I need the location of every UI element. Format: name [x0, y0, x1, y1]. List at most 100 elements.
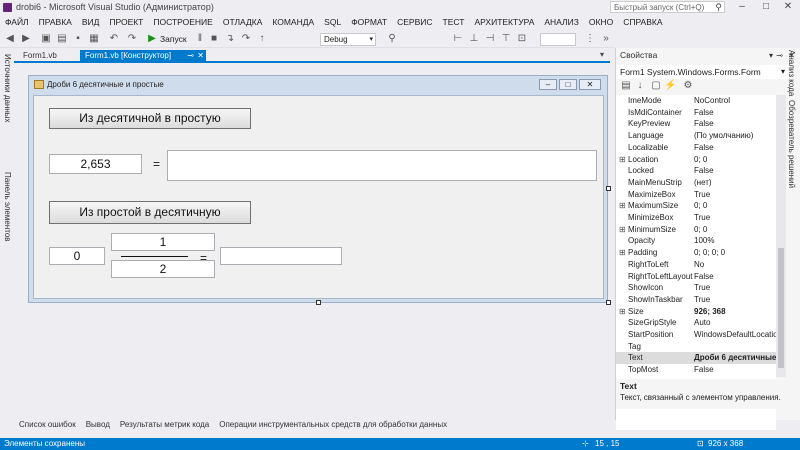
decimal-input[interactable]: 2,653 — [49, 154, 142, 174]
menu-build[interactable]: ПОСТРОЕНИЕ — [148, 15, 217, 30]
minimize-button[interactable]: – — [730, 0, 754, 14]
menu-team[interactable]: КОМАНДА — [267, 15, 319, 30]
resize-handle-corner[interactable] — [606, 300, 611, 305]
spacing-icon[interactable]: ⋮ — [584, 33, 596, 45]
property-row[interactable]: TopMost False — [616, 364, 776, 376]
tab-form-designer[interactable]: Form1.vb [Конструктор] ⊸ ✕ — [80, 50, 206, 62]
close-button[interactable]: ✕ — [776, 0, 800, 14]
save-icon[interactable]: ▪ — [72, 33, 84, 45]
scrollbar-thumb[interactable] — [778, 248, 784, 368]
property-row[interactable]: ⊞ Location 0; 0 — [616, 154, 776, 166]
menu-edit[interactable]: ПРАВКА — [34, 15, 77, 30]
dropdown-icon[interactable]: ▾ — [769, 48, 773, 63]
step-out-icon[interactable]: ↑ — [256, 33, 268, 45]
tab-form-code[interactable]: Form1.vb — [18, 50, 62, 62]
menu-tools[interactable]: СЕРВИС — [392, 15, 437, 30]
stop-icon[interactable]: ■ — [208, 33, 220, 45]
property-row[interactable]: StartPosition WindowsDefaultLocation — [616, 329, 776, 341]
property-row[interactable]: Locked False — [616, 165, 776, 177]
property-row[interactable]: ImeMode NoControl — [616, 95, 776, 107]
property-row[interactable]: ShowIcon True — [616, 282, 776, 294]
forward-icon[interactable]: ▶ — [20, 33, 32, 45]
pin-icon[interactable]: ⊸ — [776, 48, 783, 63]
save-all-icon[interactable]: ▦ — [88, 33, 100, 45]
property-row[interactable]: ⊞ MaximumSize 0; 0 — [616, 200, 776, 212]
property-row[interactable]: ⊞ Size 926; 368 — [616, 306, 776, 318]
tab-data-tools[interactable]: Операции инструментальных средств для об… — [214, 418, 452, 431]
property-row[interactable]: MaximizeBox True — [616, 189, 776, 201]
menu-sql[interactable]: SQL — [319, 15, 346, 30]
whole-part-input[interactable]: 0 — [49, 247, 105, 265]
decimal-result-output[interactable] — [220, 247, 342, 265]
new-project-icon[interactable]: ▣ — [40, 33, 52, 45]
properties-icon[interactable]: ▢ — [650, 80, 662, 92]
maximize-button[interactable]: □ — [754, 0, 778, 14]
tab-list-icon[interactable]: ▾ — [600, 50, 604, 59]
menu-help[interactable]: СПРАВКА — [618, 15, 667, 30]
find-icon[interactable]: ⚲ — [386, 33, 398, 45]
property-row[interactable]: MinimizeBox True — [616, 212, 776, 224]
close-tab-icon[interactable]: ✕ — [197, 50, 204, 62]
back-icon[interactable]: ◀ — [4, 33, 16, 45]
property-row[interactable]: Opacity 100% — [616, 235, 776, 247]
decimal-to-fraction-button[interactable]: Из десятичной в простую — [49, 108, 251, 129]
numerator-input[interactable]: 1 — [111, 233, 215, 251]
property-row[interactable]: MainMenuStrip (нет) — [616, 177, 776, 189]
undo-icon[interactable]: ↶ — [108, 33, 120, 45]
menu-file[interactable]: ФАЙЛ — [0, 15, 34, 30]
property-row[interactable]: SizeGripStyle Auto — [616, 317, 776, 329]
run-label[interactable]: Запуск — [160, 34, 187, 44]
events-icon[interactable]: ⚡ — [664, 80, 676, 92]
fraction-result-output[interactable] — [167, 150, 597, 181]
align-center-icon[interactable]: ⊥ — [468, 33, 480, 45]
open-icon[interactable]: ▤ — [56, 33, 68, 45]
designed-form[interactable]: Дроби 6 десятичные и простые – □ ✕ Из де… — [28, 75, 608, 303]
resize-handle-right[interactable] — [606, 186, 611, 191]
solution-explorer-tab[interactable]: Обозреватель решений — [787, 100, 796, 188]
quick-launch-input[interactable]: Быстрый запуск (Ctrl+Q) ⚲ — [610, 1, 725, 13]
resize-handle-bottom[interactable] — [316, 300, 321, 305]
property-row[interactable]: Localizable False — [616, 142, 776, 154]
property-row[interactable]: ⊞ Padding 0; 0; 0; 0 — [616, 247, 776, 259]
fraction-to-decimal-button[interactable]: Из простой в десятичную — [49, 201, 251, 224]
same-size-icon[interactable]: ⊡ — [516, 33, 528, 45]
layout-select[interactable] — [540, 33, 576, 46]
code-analysis-tab[interactable]: Анализ кода — [787, 50, 796, 96]
data-sources-tab[interactable]: Источники данных — [3, 54, 12, 123]
property-row[interactable]: ⊞ MinimumSize 0; 0 — [616, 224, 776, 236]
toolbox-tab[interactable]: Панель элементов — [3, 172, 12, 242]
property-row[interactable]: RightToLeft No — [616, 259, 776, 271]
tab-error-list[interactable]: Список ошибок — [14, 418, 81, 431]
property-row[interactable]: ShowInTaskbar True — [616, 294, 776, 306]
step-over-icon[interactable]: ↷ — [240, 33, 252, 45]
tab-output[interactable]: Вывод — [81, 418, 115, 431]
step-into-icon[interactable]: ↴ — [224, 33, 236, 45]
menu-debug[interactable]: ОТЛАДКА — [218, 15, 268, 30]
menu-view[interactable]: ВИД — [77, 15, 105, 30]
menu-analyze[interactable]: АНАЛИЗ — [539, 15, 584, 30]
run-icon[interactable]: ▶ — [146, 33, 158, 45]
property-row[interactable]: Tag — [616, 341, 776, 353]
property-row[interactable]: KeyPreview False — [616, 118, 776, 130]
menu-format[interactable]: ФОРМАТ — [346, 15, 392, 30]
menu-test[interactable]: ТЕСТ — [438, 15, 470, 30]
property-row[interactable]: Language (По умолчанию) — [616, 130, 776, 142]
object-selector[interactable]: Form1 System.Windows.Forms.Form ▾ — [616, 65, 788, 79]
align-top-icon[interactable]: ⊤ — [500, 33, 512, 45]
categorized-icon[interactable]: ▤ — [620, 80, 632, 92]
property-row[interactable]: IsMdiContainer False — [616, 107, 776, 119]
align-right-icon[interactable]: ⊣ — [484, 33, 496, 45]
pin-icon[interactable]: ⊸ — [187, 50, 194, 62]
tab-code-metrics[interactable]: Результаты метрик кода — [115, 418, 214, 431]
pause-icon[interactable]: ‖ — [194, 33, 206, 45]
property-pages-icon[interactable]: ⚙ — [682, 80, 694, 92]
menu-architecture[interactable]: АРХИТЕКТУРА — [469, 15, 539, 30]
menu-window[interactable]: ОКНО — [584, 15, 618, 30]
config-select[interactable]: Debug ▾ — [320, 33, 376, 46]
menu-project[interactable]: ПРОЕКТ — [104, 15, 148, 30]
alphabetical-icon[interactable]: ↓ — [634, 80, 646, 92]
more-icon[interactable]: » — [600, 33, 612, 45]
property-row[interactable]: RightToLeftLayout False — [616, 271, 776, 283]
align-left-icon[interactable]: ⊢ — [452, 33, 464, 45]
redo-icon[interactable]: ↷ — [126, 33, 138, 45]
